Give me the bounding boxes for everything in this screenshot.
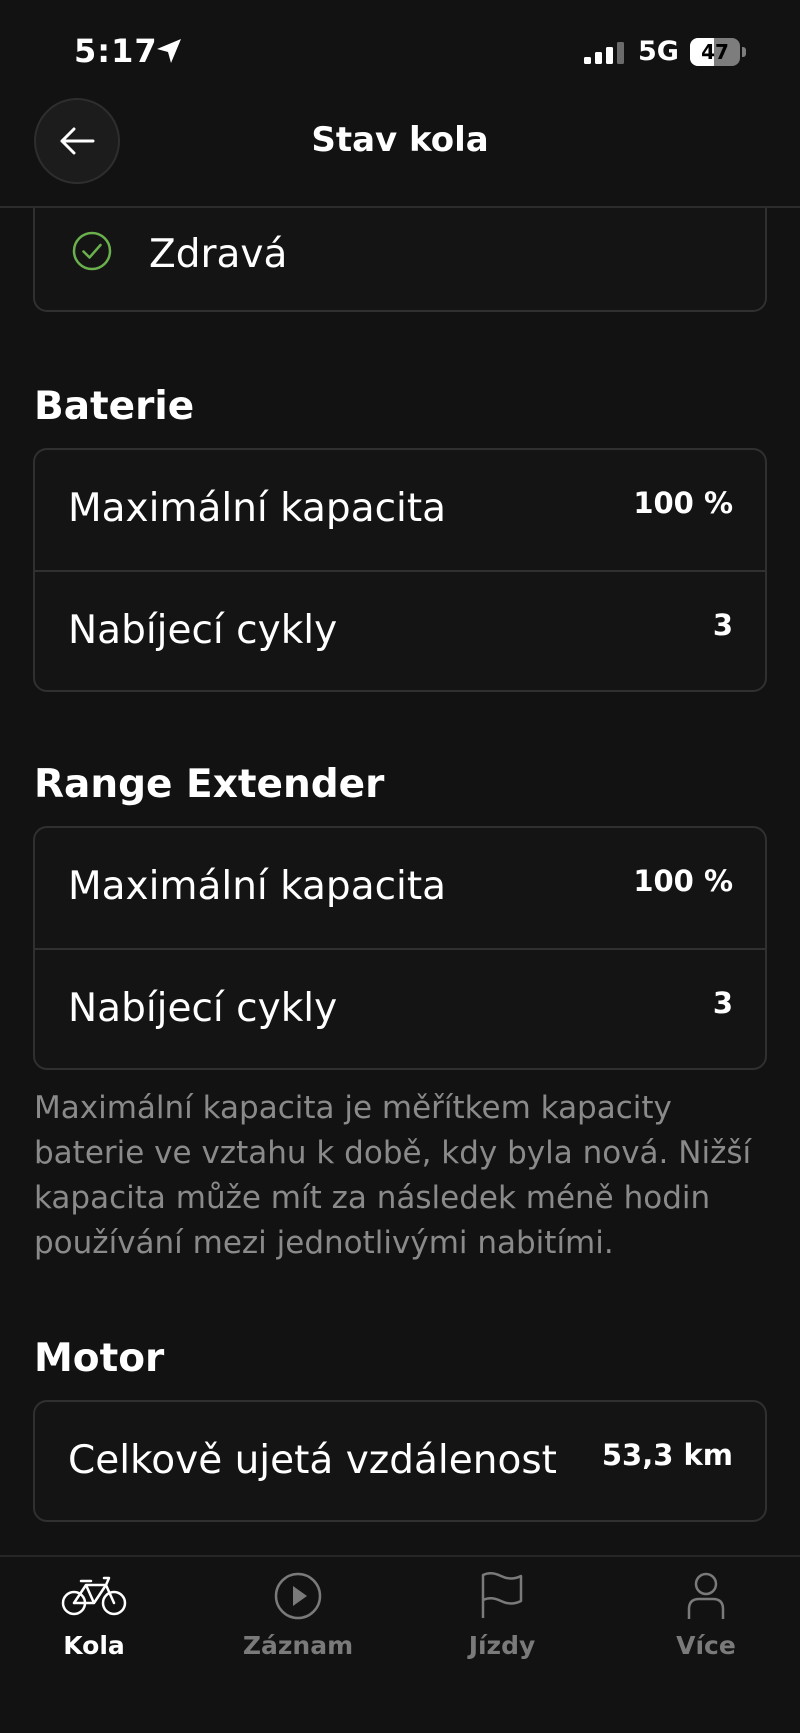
check-circle-icon [72, 231, 112, 271]
tab-jizdy[interactable]: Jízdy [422, 1571, 582, 1691]
range-extender-card: Maximální kapacita 100 % Nabíjecí cykly … [33, 826, 767, 1070]
row-value: 53,3 km [601, 1438, 733, 1472]
tab-kola[interactable]: Kola [14, 1571, 174, 1691]
person-icon [687, 1572, 725, 1619]
cellular-signal-icon [584, 42, 624, 64]
status-bar: 5:17 5G 47 [0, 0, 800, 96]
battery-indicator: 47 [690, 38, 748, 68]
battery-section-title: Baterie [34, 384, 195, 429]
play-icon [274, 1572, 322, 1620]
range-extender-max-capacity-row: Maximální kapacita 100 % [35, 828, 765, 948]
network-type: 5G [638, 36, 679, 67]
row-label: Nabíjecí cykly [68, 608, 338, 653]
status-time: 5:17 [74, 32, 158, 70]
tab-zaznam[interactable]: Záznam [218, 1571, 378, 1691]
tab-vice[interactable]: Více [626, 1571, 786, 1691]
tab-label: Kola [63, 1631, 125, 1660]
battery-card: Maximální kapacita 100 % Nabíjecí cykly … [33, 448, 767, 692]
battery-charge-cycles-row: Nabíjecí cykly 3 [35, 570, 765, 692]
motor-section-title: Motor [34, 1336, 165, 1381]
health-status-card: Zdravá [33, 208, 767, 312]
tab-label: Více [676, 1631, 736, 1660]
motor-total-distance-row: Celkově ujetá vzdálenost 53,3 km [35, 1402, 765, 1522]
row-label: Celkově ujetá vzdálenost [68, 1438, 557, 1483]
page-title: Stav kola [311, 120, 489, 160]
row-value: 3 [712, 608, 733, 642]
capacity-note: Maximální kapacita je měřítkem kapacity … [34, 1090, 752, 1261]
motor-card: Celkově ujetá vzdálenost 53,3 km [33, 1400, 767, 1522]
row-label: Maximální kapacita [68, 864, 447, 909]
battery-level: 47 [701, 40, 729, 64]
health-status-label: Zdravá [149, 232, 288, 277]
row-value: 100 % [633, 864, 733, 898]
row-value: 3 [712, 986, 733, 1020]
tab-bar: Kola Záznam Jízdy Více [0, 1555, 800, 1733]
header: Stav kola [0, 96, 800, 208]
bike-icon [61, 1576, 127, 1616]
tab-label: Jízdy [468, 1631, 536, 1660]
row-value: 100 % [633, 486, 733, 520]
flag-icon [481, 1572, 523, 1618]
battery-max-capacity-row: Maximální kapacita 100 % [35, 450, 765, 570]
range-extender-charge-cycles-row: Nabíjecí cykly 3 [35, 948, 765, 1070]
row-label: Nabíjecí cykly [68, 986, 338, 1031]
tab-label: Záznam [242, 1631, 354, 1660]
range-extender-section-title: Range Extender [34, 762, 385, 807]
location-arrow-icon [157, 39, 181, 63]
row-label: Maximální kapacita [68, 486, 447, 531]
